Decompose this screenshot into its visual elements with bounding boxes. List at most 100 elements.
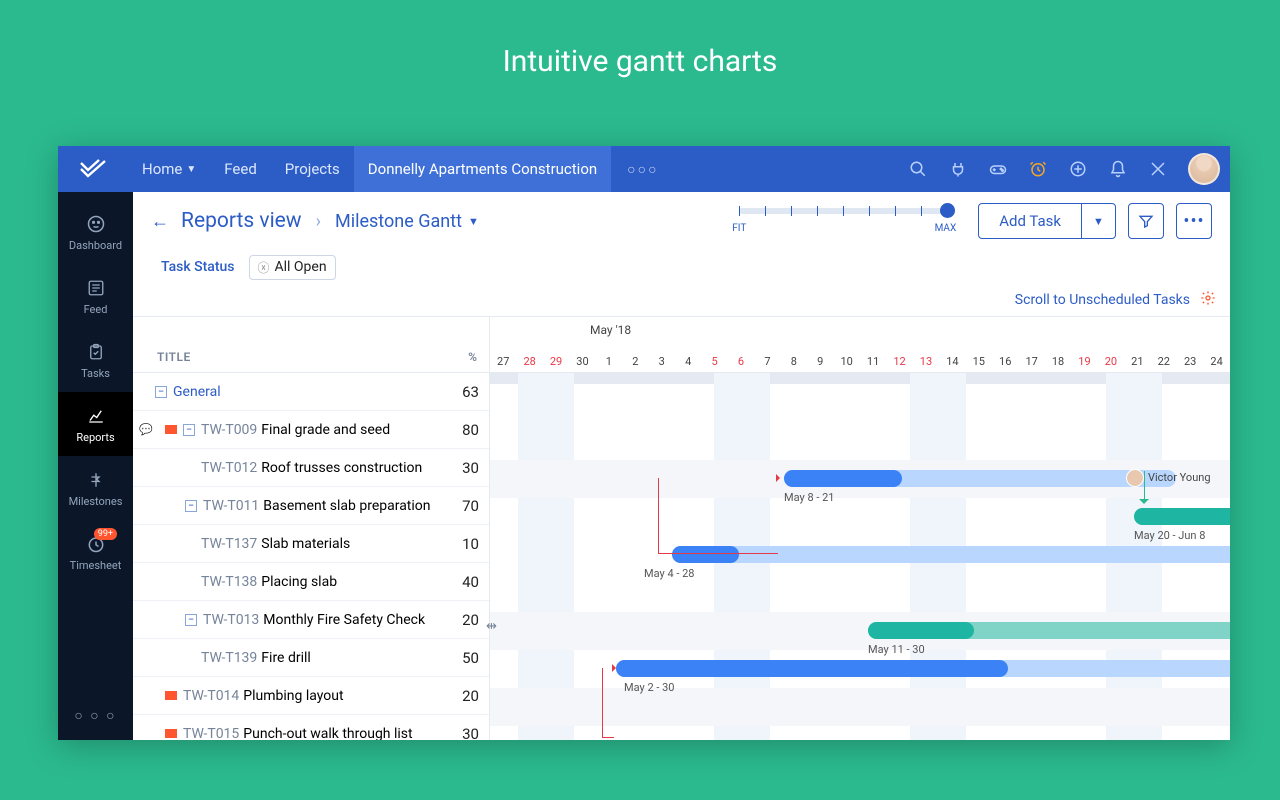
gamepad-icon[interactable] bbox=[978, 146, 1018, 192]
assignee-avatar[interactable] bbox=[1126, 469, 1144, 487]
collapse-icon[interactable]: − bbox=[185, 500, 197, 512]
task-row[interactable]: −General63 bbox=[133, 373, 489, 411]
day-header: 23 bbox=[1177, 355, 1203, 368]
more-options-icon[interactable]: ••• bbox=[1176, 203, 1212, 239]
day-header: 27 bbox=[490, 355, 516, 368]
filter-icon[interactable] bbox=[1128, 203, 1164, 239]
day-header: 15 bbox=[966, 355, 992, 368]
left-rail: Dashboard Feed Tasks Reports Milestones … bbox=[58, 192, 133, 740]
task-row[interactable]: TW-T014Plumbing layout20 bbox=[133, 677, 489, 715]
nav-active-project[interactable]: Donnelly Apartments Construction bbox=[354, 146, 611, 192]
day-header: 11 bbox=[860, 355, 886, 368]
rail-tasks[interactable]: Tasks bbox=[58, 328, 133, 392]
gantt-bar-t011[interactable] bbox=[1134, 508, 1230, 525]
chip-close-icon[interactable]: ⓧ bbox=[258, 259, 270, 276]
day-header: 9 bbox=[807, 355, 833, 368]
day-header: 29 bbox=[543, 355, 569, 368]
rail-reports[interactable]: Reports bbox=[58, 392, 133, 456]
bar-label: May 20 - Jun 8 bbox=[1134, 529, 1205, 542]
timeline-panel[interactable]: May '18 27282930123456789101112131415161… bbox=[490, 317, 1230, 740]
task-row[interactable]: TW-T138Placing slab40 bbox=[133, 563, 489, 601]
bell-icon[interactable] bbox=[1098, 146, 1138, 192]
collapse-icon[interactable]: − bbox=[155, 386, 167, 398]
day-header: 12 bbox=[886, 355, 912, 368]
day-header: 8 bbox=[781, 355, 807, 368]
gantt-bar-t013[interactable] bbox=[868, 622, 1230, 639]
zoom-slider[interactable]: FITMAX bbox=[732, 208, 956, 234]
day-header: 17 bbox=[1018, 355, 1044, 368]
collapse-icon[interactable]: − bbox=[185, 614, 197, 626]
rail-more-icon[interactable]: ○ ○ ○ bbox=[74, 690, 116, 740]
marketing-headline: Intuitive gantt charts bbox=[0, 0, 1280, 79]
rail-timesheet[interactable]: 99+Timesheet bbox=[58, 520, 133, 584]
filter-bar: Task Status ⓧ All Open bbox=[133, 250, 1230, 284]
top-nav: Home▼ Feed Projects Donnelly Apartments … bbox=[58, 146, 1230, 192]
nav-more-icon[interactable]: ○○○ bbox=[611, 161, 674, 178]
alarm-icon[interactable] bbox=[1018, 146, 1058, 192]
bar-label: May 2 - 30 bbox=[624, 681, 674, 694]
zoom-knob[interactable] bbox=[940, 203, 955, 218]
dependency-line bbox=[658, 478, 778, 554]
col-title: TITLE bbox=[157, 350, 447, 364]
flag-icon bbox=[165, 425, 177, 434]
gantt-bar-t139[interactable] bbox=[616, 660, 1230, 677]
gantt-bar-t012[interactable] bbox=[784, 470, 1176, 487]
assignee-name: Victor Young bbox=[1148, 471, 1211, 484]
back-arrow-icon[interactable]: ← bbox=[151, 211, 169, 232]
zoom-max-label: MAX bbox=[935, 223, 957, 234]
day-header: 5 bbox=[701, 355, 727, 368]
chip-label: All Open bbox=[275, 259, 327, 275]
rail-label: Milestones bbox=[69, 495, 123, 508]
plug-icon[interactable] bbox=[938, 146, 978, 192]
task-row[interactable]: TW-T139Fire drill50 bbox=[133, 639, 489, 677]
bar-label: May 4 - 28 bbox=[644, 567, 694, 580]
user-avatar[interactable] bbox=[1188, 153, 1220, 185]
flag-icon bbox=[165, 691, 177, 700]
rail-milestones[interactable]: Milestones bbox=[58, 456, 133, 520]
task-list-panel: TITLE % −General63💬−TW-T009Final grade a… bbox=[133, 317, 490, 740]
rail-feed[interactable]: Feed bbox=[58, 264, 133, 328]
app-logo-icon[interactable] bbox=[58, 146, 128, 192]
day-header: 24 bbox=[1203, 355, 1229, 368]
task-row[interactable]: −TW-T011Basement slab preparation70 bbox=[133, 487, 489, 525]
search-icon[interactable] bbox=[898, 146, 938, 192]
rail-label: Dashboard bbox=[69, 239, 122, 252]
task-row[interactable]: TW-T012Roof trusses construction30 bbox=[133, 449, 489, 487]
day-header: 28 bbox=[516, 355, 542, 368]
column-splitter-icon[interactable]: ⇹ bbox=[486, 619, 497, 634]
day-header: 30 bbox=[569, 355, 595, 368]
bar-label: May 8 - 21 bbox=[784, 491, 834, 504]
scroll-to-unscheduled-link[interactable]: Scroll to Unscheduled Tasks bbox=[1015, 292, 1190, 308]
collapse-icon[interactable]: − bbox=[183, 424, 195, 436]
day-header: 18 bbox=[1045, 355, 1071, 368]
breadcrumb-reports[interactable]: Reports view bbox=[181, 209, 302, 233]
task-list-header: TITLE % bbox=[133, 317, 489, 373]
rail-label: Reports bbox=[76, 431, 114, 444]
filter-task-status[interactable]: Task Status bbox=[161, 259, 235, 275]
app-window: Home▼ Feed Projects Donnelly Apartments … bbox=[58, 146, 1230, 740]
nav-feed[interactable]: Feed bbox=[210, 146, 271, 192]
day-header: 22 bbox=[1151, 355, 1177, 368]
dependency-line bbox=[602, 668, 614, 738]
task-row[interactable]: TW-T015Punch-out walk through list30 bbox=[133, 715, 489, 740]
day-header: 1 bbox=[596, 355, 622, 368]
filter-chip-all-open[interactable]: ⓧ All Open bbox=[249, 255, 336, 280]
task-row[interactable]: TW-T137Slab materials10 bbox=[133, 525, 489, 563]
add-task-split-icon[interactable]: ▼ bbox=[1081, 204, 1115, 238]
task-row[interactable]: −TW-T013Monthly Fire Safety Check20 bbox=[133, 601, 489, 639]
view-dropdown[interactable]: Milestone Gantt▼ bbox=[335, 211, 479, 232]
main-panel: ← Reports view › Milestone Gantt▼ FITMAX bbox=[133, 192, 1230, 740]
gantt-settings-icon[interactable] bbox=[1200, 290, 1216, 310]
day-header: 2 bbox=[622, 355, 648, 368]
tools-icon[interactable] bbox=[1138, 146, 1178, 192]
task-row[interactable]: 💬−TW-T009Final grade and seed80 bbox=[133, 411, 489, 449]
dependency-line bbox=[1144, 471, 1145, 499]
add-task-button[interactable]: Add Task ▼ bbox=[978, 203, 1116, 239]
nav-home[interactable]: Home▼ bbox=[128, 146, 210, 192]
gantt-grid: ⇹ TITLE % −General63💬−TW-T009Final grade… bbox=[133, 316, 1230, 740]
nav-projects[interactable]: Projects bbox=[271, 146, 354, 192]
day-header: 4 bbox=[675, 355, 701, 368]
add-task-label: Add Task bbox=[979, 212, 1081, 230]
rail-dashboard[interactable]: Dashboard bbox=[58, 200, 133, 264]
plus-circle-icon[interactable] bbox=[1058, 146, 1098, 192]
